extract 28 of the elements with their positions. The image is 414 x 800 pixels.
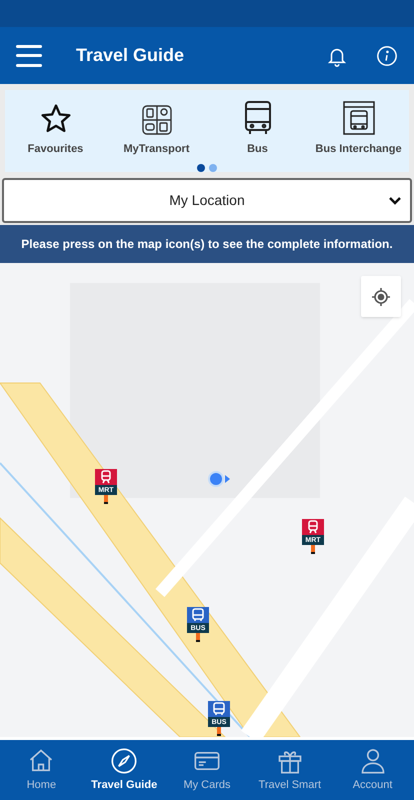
shortcut-item[interactable]: MyTransport [106, 101, 207, 158]
nav-tab[interactable]: My Cards [166, 740, 248, 800]
nav-tab[interactable]: Account [331, 740, 414, 800]
bus-icon [244, 101, 272, 135]
bus-icon [191, 608, 205, 622]
user-location-icon [207, 470, 231, 488]
nav-tab[interactable]: Travel Smart [248, 740, 332, 800]
star-icon [38, 103, 72, 135]
crosshair-icon [371, 286, 391, 306]
info-banner-text: Please press on the map icon(s) to see the complete information. [21, 236, 393, 253]
shortcut-item[interactable]: Bus [207, 101, 308, 158]
info-icon[interactable] [376, 44, 398, 66]
shortcut-item[interactable]: Favourites [5, 101, 106, 158]
transport-grid-icon [142, 105, 172, 135]
bus-icon [212, 702, 226, 716]
header-title: Travel Guide [76, 44, 184, 67]
chevron-down-icon [388, 196, 402, 206]
location-dropdown[interactable]: My Location [2, 178, 412, 223]
my-location-button[interactable] [361, 276, 401, 317]
compass-icon [110, 746, 138, 775]
bus-interchange-icon [342, 101, 374, 135]
person-icon [358, 746, 387, 775]
menu-icon[interactable] [16, 44, 42, 66]
train-icon [306, 520, 320, 534]
train-icon [99, 470, 113, 484]
shortcut-item[interactable]: Bus Interchange [308, 101, 409, 158]
nav-tab[interactable]: Home [0, 740, 83, 800]
nav-tab[interactable]: Travel Guide [82, 740, 166, 800]
